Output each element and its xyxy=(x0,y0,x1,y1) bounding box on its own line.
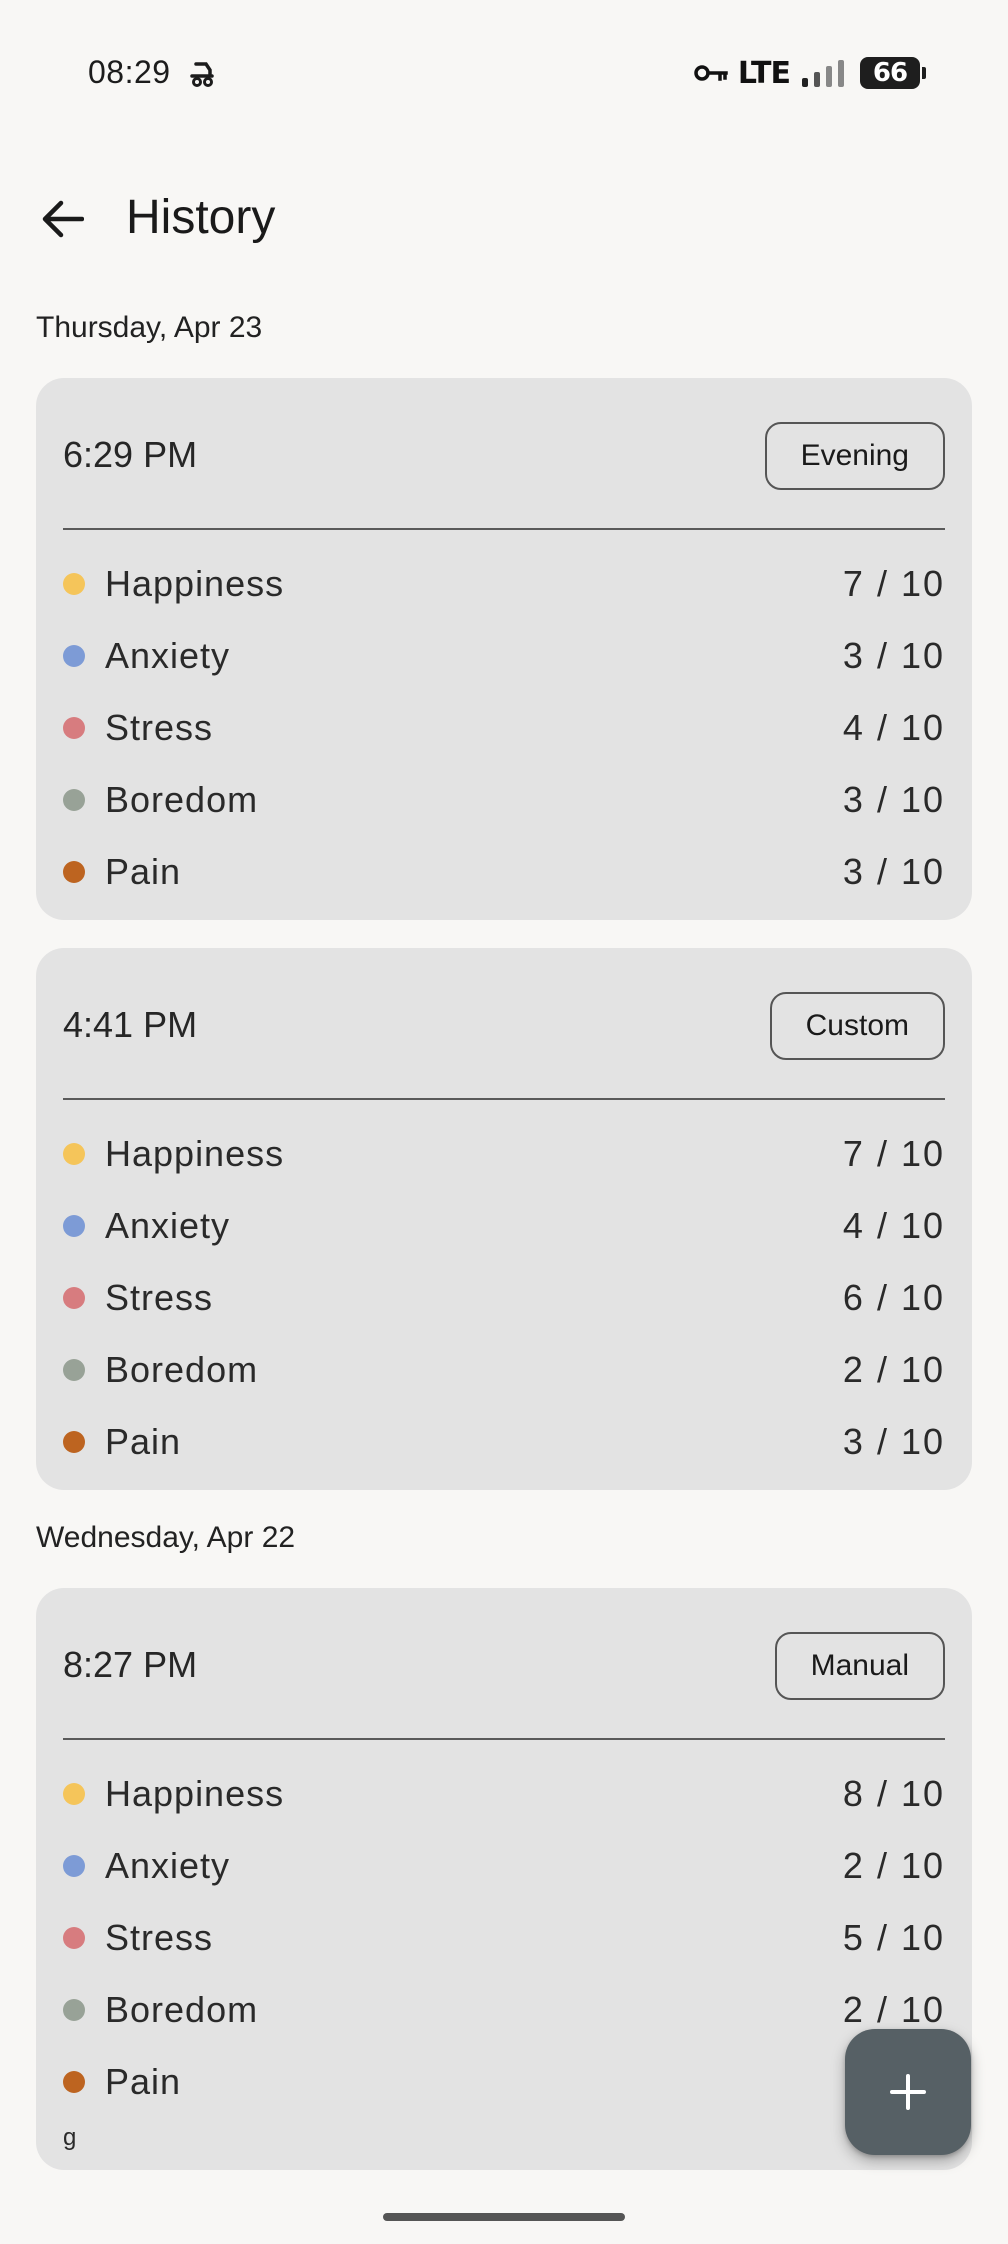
metric-color-dot xyxy=(63,645,85,667)
metric-value: 3 / 10 xyxy=(842,1421,945,1462)
metric-color-dot xyxy=(63,2071,85,2093)
entry-header: 4:41 PM Custom xyxy=(63,948,945,1100)
status-bar: 08:29 LTE 66 xyxy=(0,0,1008,150)
metric-color-dot xyxy=(63,1783,85,1805)
metric-name: Stress xyxy=(105,1917,214,1958)
entry-header: 8:27 PM Manual xyxy=(63,1588,945,1740)
entry-type-chip[interactable]: Manual xyxy=(774,1632,945,1700)
add-entry-button[interactable] xyxy=(845,2029,971,2155)
network-type: LTE xyxy=(737,55,791,91)
metric-value: 7 / 10 xyxy=(842,563,945,604)
gesture-handle[interactable] xyxy=(383,2213,625,2221)
metric-color-dot xyxy=(63,1215,85,1237)
metric-value: 8 / 10 xyxy=(842,1773,945,1814)
metric-value: 2 / 10 xyxy=(842,1845,945,1886)
metric-name: Boredom xyxy=(105,1989,259,2030)
entry-card[interactable]: 8:27 PM Manual Happiness 8 / 10 Anxiety 2 / 1… xyxy=(36,1588,972,2170)
metric-list: Happiness 7 / 10 Anxiety 3 / 10 Stress 4 / 10… xyxy=(63,530,945,908)
metric-name: Pain xyxy=(105,1421,182,1462)
metric-color-dot xyxy=(63,1855,85,1877)
metric-color-dot xyxy=(63,1431,85,1453)
metric-row: Stress 5 / 10 xyxy=(63,1902,945,1974)
battery-level: 66 xyxy=(872,58,908,88)
metric-name: Stress xyxy=(105,1277,214,1318)
metric-row: Boredom 2 / 10 xyxy=(63,1974,945,2046)
metric-row: Happiness 7 / 10 xyxy=(63,1118,945,1190)
entry-time: 8:27 PM xyxy=(63,1644,198,1685)
metric-value: 4 / 10 xyxy=(842,1205,945,1246)
day-header: Wednesday, Apr 22 xyxy=(36,1521,296,1554)
day-header: Thursday, Apr 23 xyxy=(36,311,263,344)
metric-name: Happiness xyxy=(105,563,285,604)
entry-header: 6:29 PM Evening xyxy=(63,378,945,530)
metric-color-dot xyxy=(63,1927,85,1949)
metric-row: Boredom 2 / 10 xyxy=(63,1334,945,1406)
metric-name: Happiness xyxy=(105,1773,285,1814)
metric-color-dot xyxy=(63,1287,85,1309)
entry-card[interactable]: 6:29 PM Evening Happiness 7 / 10 Anxiety 3 / … xyxy=(36,378,972,920)
metric-value: 5 / 10 xyxy=(842,1917,945,1958)
metric-value: 7 / 10 xyxy=(842,1133,945,1174)
metric-name: Stress xyxy=(105,707,214,748)
history-list[interactable]: Thursday, Apr 23 6:29 PM Evening Happiness 7… xyxy=(0,300,1008,2198)
metric-name: Happiness xyxy=(105,1133,285,1174)
metric-value: 3 / 10 xyxy=(842,851,945,892)
entry-type-chip[interactable]: Custom xyxy=(769,992,945,1060)
metric-value: 6 / 10 xyxy=(842,1277,945,1318)
metric-row: Happiness 8 / 10 xyxy=(63,1758,945,1830)
metric-row: Anxiety 2 / 10 xyxy=(63,1830,945,1902)
metric-value: 2 / 10 xyxy=(842,1989,945,2030)
metric-row: Anxiety 4 / 10 xyxy=(63,1190,945,1262)
entry-type-chip[interactable]: Evening xyxy=(764,422,945,490)
metric-row: Stress 6 / 10 xyxy=(63,1262,945,1334)
metric-row: Anxiety 3 / 10 xyxy=(63,620,945,692)
metric-value: 3 / 10 xyxy=(842,779,945,820)
vpn-key-icon xyxy=(694,65,728,81)
entry-note: g xyxy=(63,2124,77,2151)
history-screen: 08:29 LTE 66 History Thursday, Apr 23 6:… xyxy=(0,0,1008,2244)
metric-color-dot xyxy=(63,1359,85,1381)
metric-row: Pain 3 / 10 xyxy=(63,836,945,908)
battery-icon: 66 xyxy=(860,57,926,89)
metric-list: Happiness 8 / 10 Anxiety 2 / 10 Stress 5 / 10… xyxy=(63,1740,945,2118)
metric-color-dot xyxy=(63,573,85,595)
metric-value: 4 / 10 xyxy=(842,707,945,748)
metric-value: 2 / 10 xyxy=(842,1349,945,1390)
entry-time: 6:29 PM xyxy=(63,434,198,475)
metric-row: Stress 4 / 10 xyxy=(63,692,945,764)
status-icons: LTE 66 xyxy=(694,55,926,91)
metric-color-dot xyxy=(63,861,85,883)
metric-color-dot xyxy=(63,789,85,811)
data-saver-icon xyxy=(190,62,214,87)
day-group: Thursday, Apr 23 6:29 PM Evening Happiness 7… xyxy=(0,308,1008,1490)
metric-name: Pain xyxy=(105,2061,182,2102)
metric-value: 3 / 10 xyxy=(842,635,945,676)
page-title: History xyxy=(126,191,276,244)
entry-card[interactable]: 4:41 PM Custom Happiness 7 / 10 Anxiety 4 / 1… xyxy=(36,948,972,1490)
arrow-left-icon xyxy=(42,200,84,238)
metric-name: Anxiety xyxy=(105,1205,231,1246)
metric-name: Boredom xyxy=(105,1349,259,1390)
metric-color-dot xyxy=(63,717,85,739)
metric-row: Pain xyxy=(63,2046,945,2118)
signal-icon xyxy=(802,60,844,87)
entry-time: 4:41 PM xyxy=(63,1004,198,1045)
back-button[interactable] xyxy=(30,186,96,252)
metric-color-dot xyxy=(63,1143,85,1165)
top-app-bar: History xyxy=(0,170,1008,270)
metric-list: Happiness 7 / 10 Anxiety 4 / 10 Stress 6 / 10… xyxy=(63,1100,945,1478)
metric-color-dot xyxy=(63,1999,85,2021)
metric-name: Anxiety xyxy=(105,635,231,676)
metric-name: Anxiety xyxy=(105,1845,231,1886)
metric-name: Pain xyxy=(105,851,182,892)
status-time: 08:29 xyxy=(88,54,171,90)
metric-row: Pain 3 / 10 xyxy=(63,1406,945,1478)
metric-row: Happiness 7 / 10 xyxy=(63,548,945,620)
plus-icon xyxy=(890,2074,926,2110)
metric-row: Boredom 3 / 10 xyxy=(63,764,945,836)
metric-name: Boredom xyxy=(105,779,259,820)
